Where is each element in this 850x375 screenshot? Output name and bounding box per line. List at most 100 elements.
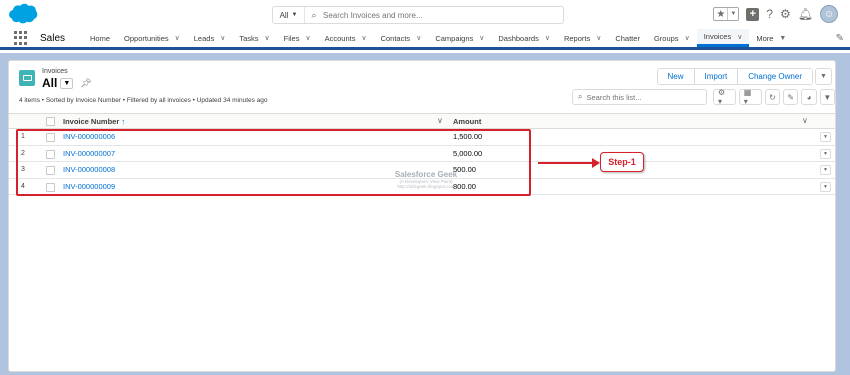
chevron-down-icon[interactable]: ∨ — [175, 34, 180, 42]
chevron-down-icon[interactable]: ∨ — [416, 34, 421, 42]
row-action-dropdown[interactable]: ▼ — [820, 165, 831, 175]
global-header: All ▼ ⌕ ★ ▼ + ? ⚙ 🔔︎ ☺ — [0, 0, 850, 29]
list-tools: ⚙ ▾ ▦ ▾ ↻ ✎ ◕ ▼ — [713, 88, 836, 106]
global-search-input[interactable] — [323, 10, 553, 20]
arrow-line — [538, 162, 594, 164]
nav-item-opportunities[interactable]: Opportunities ∨ — [117, 29, 187, 47]
gear-icon[interactable]: ⚙ — [780, 8, 791, 20]
chevron-down-icon[interactable]: ∨ — [305, 34, 310, 42]
nav-item-label: Home — [90, 33, 111, 43]
nav-item-label: Tasks — [239, 33, 259, 43]
list-view-card: Invoices All ▼ 📌︎ New Import Change Owne… — [8, 60, 836, 372]
nav-item-groups[interactable]: Groups ∨ — [647, 29, 697, 47]
column-header-amount[interactable]: Amount — [453, 117, 481, 126]
list-view-selector[interactable]: All ▼ 📌︎ — [42, 76, 92, 90]
nav-item-label: Reports — [563, 33, 591, 43]
chevron-down-icon[interactable]: ∨ — [220, 34, 225, 42]
import-button[interactable]: Import — [693, 69, 738, 84]
edit-nav-icon[interactable]: ✎ — [836, 33, 844, 44]
global-search: All ▼ ⌕ — [272, 6, 564, 24]
app-launcher-icon[interactable] — [14, 31, 28, 45]
change-owner-button[interactable]: Change Owner — [737, 69, 812, 84]
nav-items: Home Opportunities ∨ Leads ∨ Tasks ∨ Files ∨ Acco… — [83, 29, 793, 47]
pin-icon[interactable]: 📌︎ — [80, 78, 91, 89]
filter-icon[interactable]: ▼ — [819, 89, 836, 105]
select-all-checkbox[interactable] — [46, 117, 55, 126]
more-actions-button[interactable]: ▼ — [815, 68, 832, 85]
app-nav-bar: Sales Home Opportunities ∨ Leads ∨ Tasks ∨ File… — [0, 29, 850, 50]
caret-down-icon[interactable]: ▼ — [60, 77, 74, 89]
list-view-name: All — [42, 76, 58, 90]
nav-item-label: More — [756, 33, 774, 43]
nav-item-home[interactable]: Home — [83, 29, 117, 47]
step-label: Step-1 — [600, 152, 644, 172]
nav-item-contacts[interactable]: Contacts ∨ — [374, 29, 429, 47]
nav-item-label: Contacts — [380, 33, 411, 43]
list-search-input[interactable] — [586, 92, 697, 102]
nav-item-campaigns[interactable]: Campaigns ∨ — [428, 29, 491, 47]
display-as-button[interactable]: ▦ ▾ — [738, 88, 762, 106]
caret-down-icon: ▼ — [291, 12, 298, 18]
chevron-down-icon[interactable]: ∨ — [479, 34, 484, 42]
star-icon: ★ — [716, 8, 726, 20]
chevron-down-icon[interactable]: ∨ — [361, 34, 366, 42]
global-actions-button[interactable]: + — [746, 7, 760, 21]
search-scope-label: All — [279, 10, 289, 20]
nav-item-reports[interactable]: Reports ∨ — [557, 29, 608, 47]
chevron-down-icon[interactable]: ∨ — [265, 34, 270, 42]
chevron-down-icon[interactable]: ∨ — [737, 33, 742, 41]
edit-icon[interactable]: ✎ — [783, 89, 799, 105]
nav-item-label: Dashboards — [498, 33, 539, 43]
column-header-invoice-number[interactable]: Invoice Number ↑ — [63, 117, 125, 126]
nav-item-accounts[interactable]: Accounts ∨ — [318, 29, 374, 47]
invoice-object-icon — [19, 70, 35, 86]
nav-item-chatter[interactable]: Chatter — [608, 29, 647, 47]
nav-item-label: Groups — [653, 33, 679, 43]
nav-item-more[interactable]: More ▼ — [749, 29, 793, 47]
nav-item-label: Accounts — [324, 33, 356, 43]
watermark: Salesforce Geek (A Developers' View Poin… — [380, 170, 472, 208]
chevron-down-icon[interactable]: ▼ — [779, 35, 786, 42]
search-icon: ⌕ — [311, 9, 317, 20]
chevron-down-icon[interactable]: ∨ — [685, 34, 690, 42]
list-info: 4 items • Sorted by Invoice Number • Fil… — [19, 97, 268, 104]
nav-item-label: Campaigns — [435, 33, 474, 43]
chart-icon[interactable]: ◕ — [801, 89, 817, 105]
refresh-icon[interactable]: ↻ — [764, 89, 781, 105]
nav-item-tasks[interactable]: Tasks ∨ — [232, 29, 276, 47]
list-settings-button[interactable]: ⚙ ▾ — [713, 88, 736, 106]
watermark-title: Salesforce Geek — [394, 170, 458, 179]
help-icon[interactable]: ? — [766, 8, 773, 20]
list-actions: New Import Change Owner — [656, 68, 813, 85]
nav-item-label: Leads — [193, 33, 215, 43]
object-type-label: Invoices — [42, 68, 68, 75]
row-action-dropdown[interactable]: ▼ — [820, 181, 831, 192]
nav-item-label: Files — [283, 33, 300, 43]
chevron-down-icon[interactable]: ∨ — [802, 116, 808, 125]
header-icons: ★ ▼ + ? ⚙ 🔔︎ ☺ — [713, 5, 838, 23]
arrow-right-icon — [592, 158, 600, 168]
sort-arrow-icon: ↑ — [121, 117, 126, 126]
nav-item-leads[interactable]: Leads ∨ — [187, 29, 233, 47]
bell-icon[interactable]: 🔔︎ — [798, 8, 813, 20]
chevron-down-icon[interactable]: ∨ — [596, 34, 601, 42]
row-action-dropdown[interactable]: ▼ — [820, 132, 831, 142]
table-header: Invoice Number ↑ ∨ Amount ∨ — [9, 113, 835, 129]
chevron-down-icon[interactable]: ∨ — [437, 116, 443, 125]
watermark-url: http://sfdcgeek.blogspot.com — [397, 184, 455, 189]
new-button[interactable]: New — [657, 69, 694, 84]
nav-item-invoices[interactable]: Invoices ∨ — [696, 29, 750, 47]
caret-down-icon: ▼ — [727, 8, 738, 20]
row-action-dropdown[interactable]: ▼ — [820, 148, 831, 159]
avatar[interactable]: ☺ — [820, 5, 838, 23]
nav-item-dashboards[interactable]: Dashboards ∨ — [491, 29, 557, 47]
chevron-down-icon[interactable]: ∨ — [545, 34, 550, 42]
column-label: Invoice Number — [63, 117, 120, 126]
nav-item-label: Opportunities — [124, 33, 169, 43]
search-scope-dropdown[interactable]: All ▼ — [273, 7, 305, 23]
nav-item-files[interactable]: Files ∨ — [277, 29, 318, 47]
nav-item-label: Invoices — [703, 32, 732, 41]
salesforce-logo[interactable] — [8, 3, 38, 24]
favorites-button[interactable]: ★ ▼ — [713, 7, 740, 21]
app-name: Sales — [40, 32, 66, 44]
